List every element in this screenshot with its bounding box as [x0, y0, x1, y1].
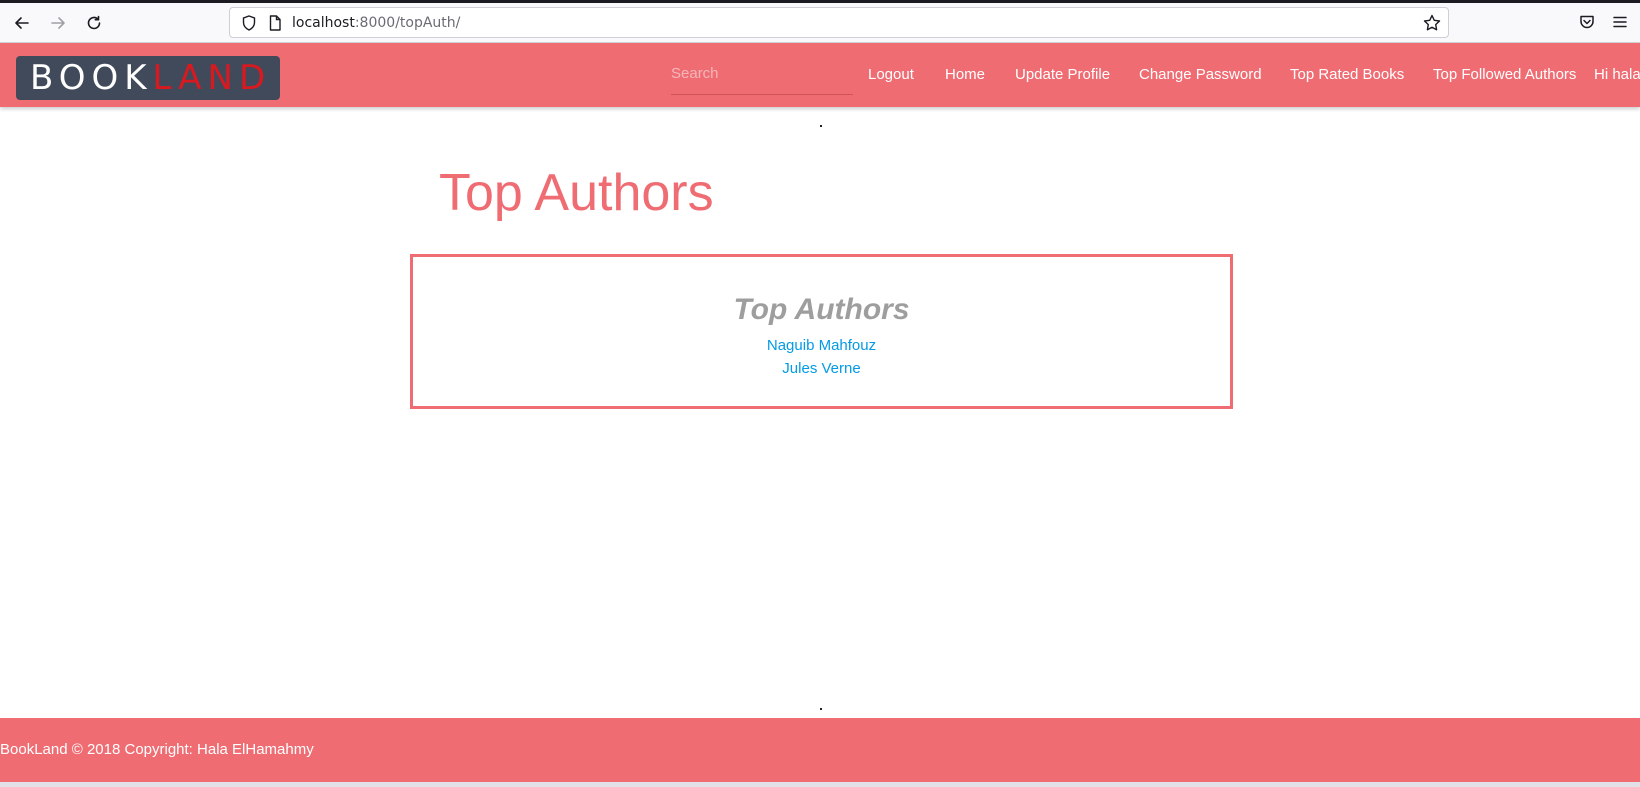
menu-button[interactable]: [1609, 11, 1631, 33]
logo-text-land: LAND: [152, 58, 272, 98]
page-icon: [269, 15, 281, 31]
nav-top-rated-books-link[interactable]: Top Rated Books: [1290, 66, 1404, 83]
back-arrow-icon: [15, 17, 29, 29]
back-button[interactable]: [10, 11, 34, 35]
nav-top-followed-authors-link[interactable]: Top Followed Authors: [1433, 66, 1576, 83]
author-link-jules-verne[interactable]: Jules Verne: [413, 360, 1230, 377]
bookmark-star-icon[interactable]: [1422, 13, 1442, 33]
spacer-dot: [820, 125, 822, 127]
bookland-logo[interactable]: BOOK LAND: [16, 56, 280, 100]
nav-logout-link[interactable]: Logout: [868, 66, 914, 83]
footer-copyright: BookLand © 2018 Copyright: Hala ElHamahm…: [0, 741, 314, 758]
search-field-wrapper: [671, 53, 853, 95]
url-text[interactable]: localhost:8000/topAuth/: [292, 15, 460, 31]
url-host: localhost: [292, 15, 355, 31]
hamburger-menu-icon: [1613, 16, 1627, 28]
site-navbar: BOOKLAND Logout Home Update Profile Chan…: [0, 43, 1640, 107]
search-input[interactable]: [671, 53, 853, 93]
spacer-dot: [820, 708, 822, 710]
url-bar[interactable]: localhost:8000/topAuth/: [229, 7, 1449, 38]
window-top-edge: [0, 0, 1640, 3]
pocket-button[interactable]: [1576, 11, 1598, 33]
author-link-naguib-mahfouz[interactable]: Naguib Mahfouz: [413, 337, 1230, 354]
pocket-icon: [1580, 15, 1594, 29]
site-footer: BookLand © 2018 Copyright: Hala ElHamahm…: [0, 718, 1640, 782]
shield-icon[interactable]: [240, 14, 258, 32]
url-path: :8000/topAuth/: [354, 15, 461, 31]
page-title: Top Authors: [439, 164, 714, 222]
nav-update-profile-link[interactable]: Update Profile: [1015, 66, 1110, 83]
nav-change-password-link[interactable]: Change Password: [1139, 66, 1262, 83]
nav-home-link[interactable]: Home: [945, 66, 985, 83]
card-heading: Top Authors: [733, 293, 910, 326]
reload-icon: [87, 15, 101, 30]
browser-toolbar: localhost:8000/topAuth/: [0, 0, 1640, 43]
nav-greeting-link[interactable]: Hi hala: [1594, 66, 1640, 83]
forward-button[interactable]: [46, 11, 70, 35]
reload-button[interactable]: [82, 11, 106, 35]
forward-arrow-icon: [51, 17, 65, 29]
window-bottom-edge: [0, 782, 1640, 787]
top-authors-card: Top Authors Naguib Mahfouz Jules Verne: [410, 254, 1233, 409]
logo-text-book: BOOK: [30, 58, 153, 98]
